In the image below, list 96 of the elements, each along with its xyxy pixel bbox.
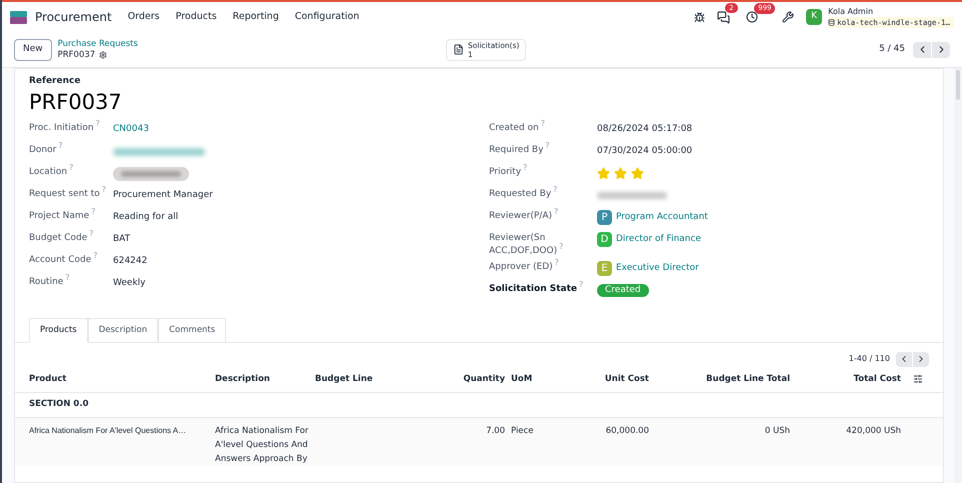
avatar: E [597,261,612,276]
star-icon[interactable] [614,167,627,180]
help-mark[interactable]: ? [58,140,63,150]
pager-value: 1-40 / 110 [848,353,890,365]
menu-item[interactable]: Reporting [232,10,279,24]
breadcrumb-link[interactable]: Purchase Requests [58,38,138,50]
user-link[interactable]: Program Accountant [616,210,708,224]
help-mark[interactable]: ? [65,272,70,282]
menu-item[interactable]: Products [176,10,217,24]
help-mark[interactable]: ? [69,162,74,172]
tab[interactable]: Description [88,318,158,342]
star-icon[interactable] [597,167,610,180]
avatar: P [597,210,612,225]
next-button[interactable] [932,42,950,58]
field-value: BAT [113,232,130,246]
field-label: Location [29,166,68,176]
table-cell: 420,000 USh [846,426,901,436]
document-icon [452,44,464,55]
settings-icon[interactable] [99,51,108,59]
help-mark[interactable]: ? [93,250,98,260]
field-label: Approver (ED) [489,262,553,272]
tab[interactable]: Products [29,318,88,342]
column-header[interactable]: Product [29,372,215,386]
help-mark[interactable]: ? [545,140,550,150]
field-label: Routine [29,276,64,286]
help-mark[interactable]: ? [554,258,559,266]
column-header[interactable]: Budget Line Total [655,372,796,386]
field-label: Proc. Initiation [29,122,94,132]
table-cell-text: Africa Nationalism For A'level Questions And Answers Approach By [215,424,310,466]
help-mark[interactable]: ? [91,206,96,216]
help-mark[interactable]: ? [540,118,545,128]
tab[interactable]: Comments [158,318,226,342]
user-link[interactable]: Executive Director [616,262,699,276]
previous-button[interactable] [896,352,912,366]
field-value: 08/26/2024 05:17:08 [597,122,692,136]
avatar: D [597,232,612,247]
table-cell: 7.00 [486,426,505,436]
column-header[interactable]: Description [215,372,315,386]
reference-label: Reference [29,75,82,88]
app-title[interactable]: Procurement [35,8,112,26]
field-label: Created on [489,122,539,132]
field-label: Requested By [489,188,552,198]
new-button[interactable]: New [14,38,52,60]
table-cell: 60,000.00 [606,426,649,436]
column-settings-icon[interactable] [913,374,923,384]
table-cell: Piece [511,426,534,436]
field-value: 07/30/2024 05:00:00 [597,144,692,158]
field-label: Reviewer(Sn ACC,DOF,DOO) [489,232,558,256]
field-label: Reviewer(P/A) [489,210,552,220]
field-label: Solicitation State [489,284,578,294]
column-header[interactable]: UoM [511,372,571,386]
chat-icon[interactable] [717,10,730,24]
tools-icon[interactable] [782,11,794,23]
menu-item[interactable]: Orders [128,10,160,24]
field-label: Request sent to [29,188,100,198]
next-button[interactable] [913,352,929,366]
column-header[interactable]: Quantity [425,372,511,386]
user-name: Kola Admin [828,6,874,17]
user-link[interactable]: Director of Finance [616,232,701,246]
app-logo-icon [10,10,27,24]
table-cell: Africa Nationalism For A'level Questions A… [29,426,186,434]
help-mark[interactable]: ? [553,184,558,194]
menu-item[interactable]: Configuration [294,10,360,24]
database-icon [828,19,836,26]
field-link[interactable]: CN0043 [113,122,149,136]
field-label: Priority [489,166,522,176]
field-label: Account Code [29,254,92,264]
field-value: Procurement Manager [113,188,213,202]
field-label: Budget Code [29,232,88,242]
field-value: 624242 [113,254,148,268]
help-mark[interactable]: ? [96,118,100,128]
column-header[interactable]: Total Cost [796,372,907,386]
table-cell: 0 USh [764,426,790,436]
blurred-text [597,192,667,199]
column-header[interactable]: Budget Line [315,372,425,386]
help-mark[interactable]: ? [523,162,528,172]
field-label: Donor [29,144,56,154]
pager-value: 5 / 45 [879,42,905,56]
help-mark[interactable]: ? [89,228,94,238]
column-header[interactable]: Unit Cost [571,372,655,386]
field-label: Project Name [29,210,90,220]
record-name: PRF0037 [58,50,96,60]
status-badge: Created [597,284,649,297]
help-mark[interactable]: ? [554,206,558,216]
star-icon[interactable] [631,167,644,180]
help-mark[interactable]: ? [102,184,106,194]
field-value: Weekly [113,276,146,290]
help-mark[interactable]: ? [579,280,584,288]
bug-icon[interactable] [694,12,706,22]
help-mark[interactable]: ? [559,242,564,251]
reference-title: PRF0037 [29,88,123,114]
field-label: Required By [489,144,544,154]
clock-icon[interactable] [746,11,758,23]
user-avatar[interactable]: K [806,9,822,25]
field-value: Reading for all [113,210,178,224]
previous-button[interactable] [913,42,931,58]
